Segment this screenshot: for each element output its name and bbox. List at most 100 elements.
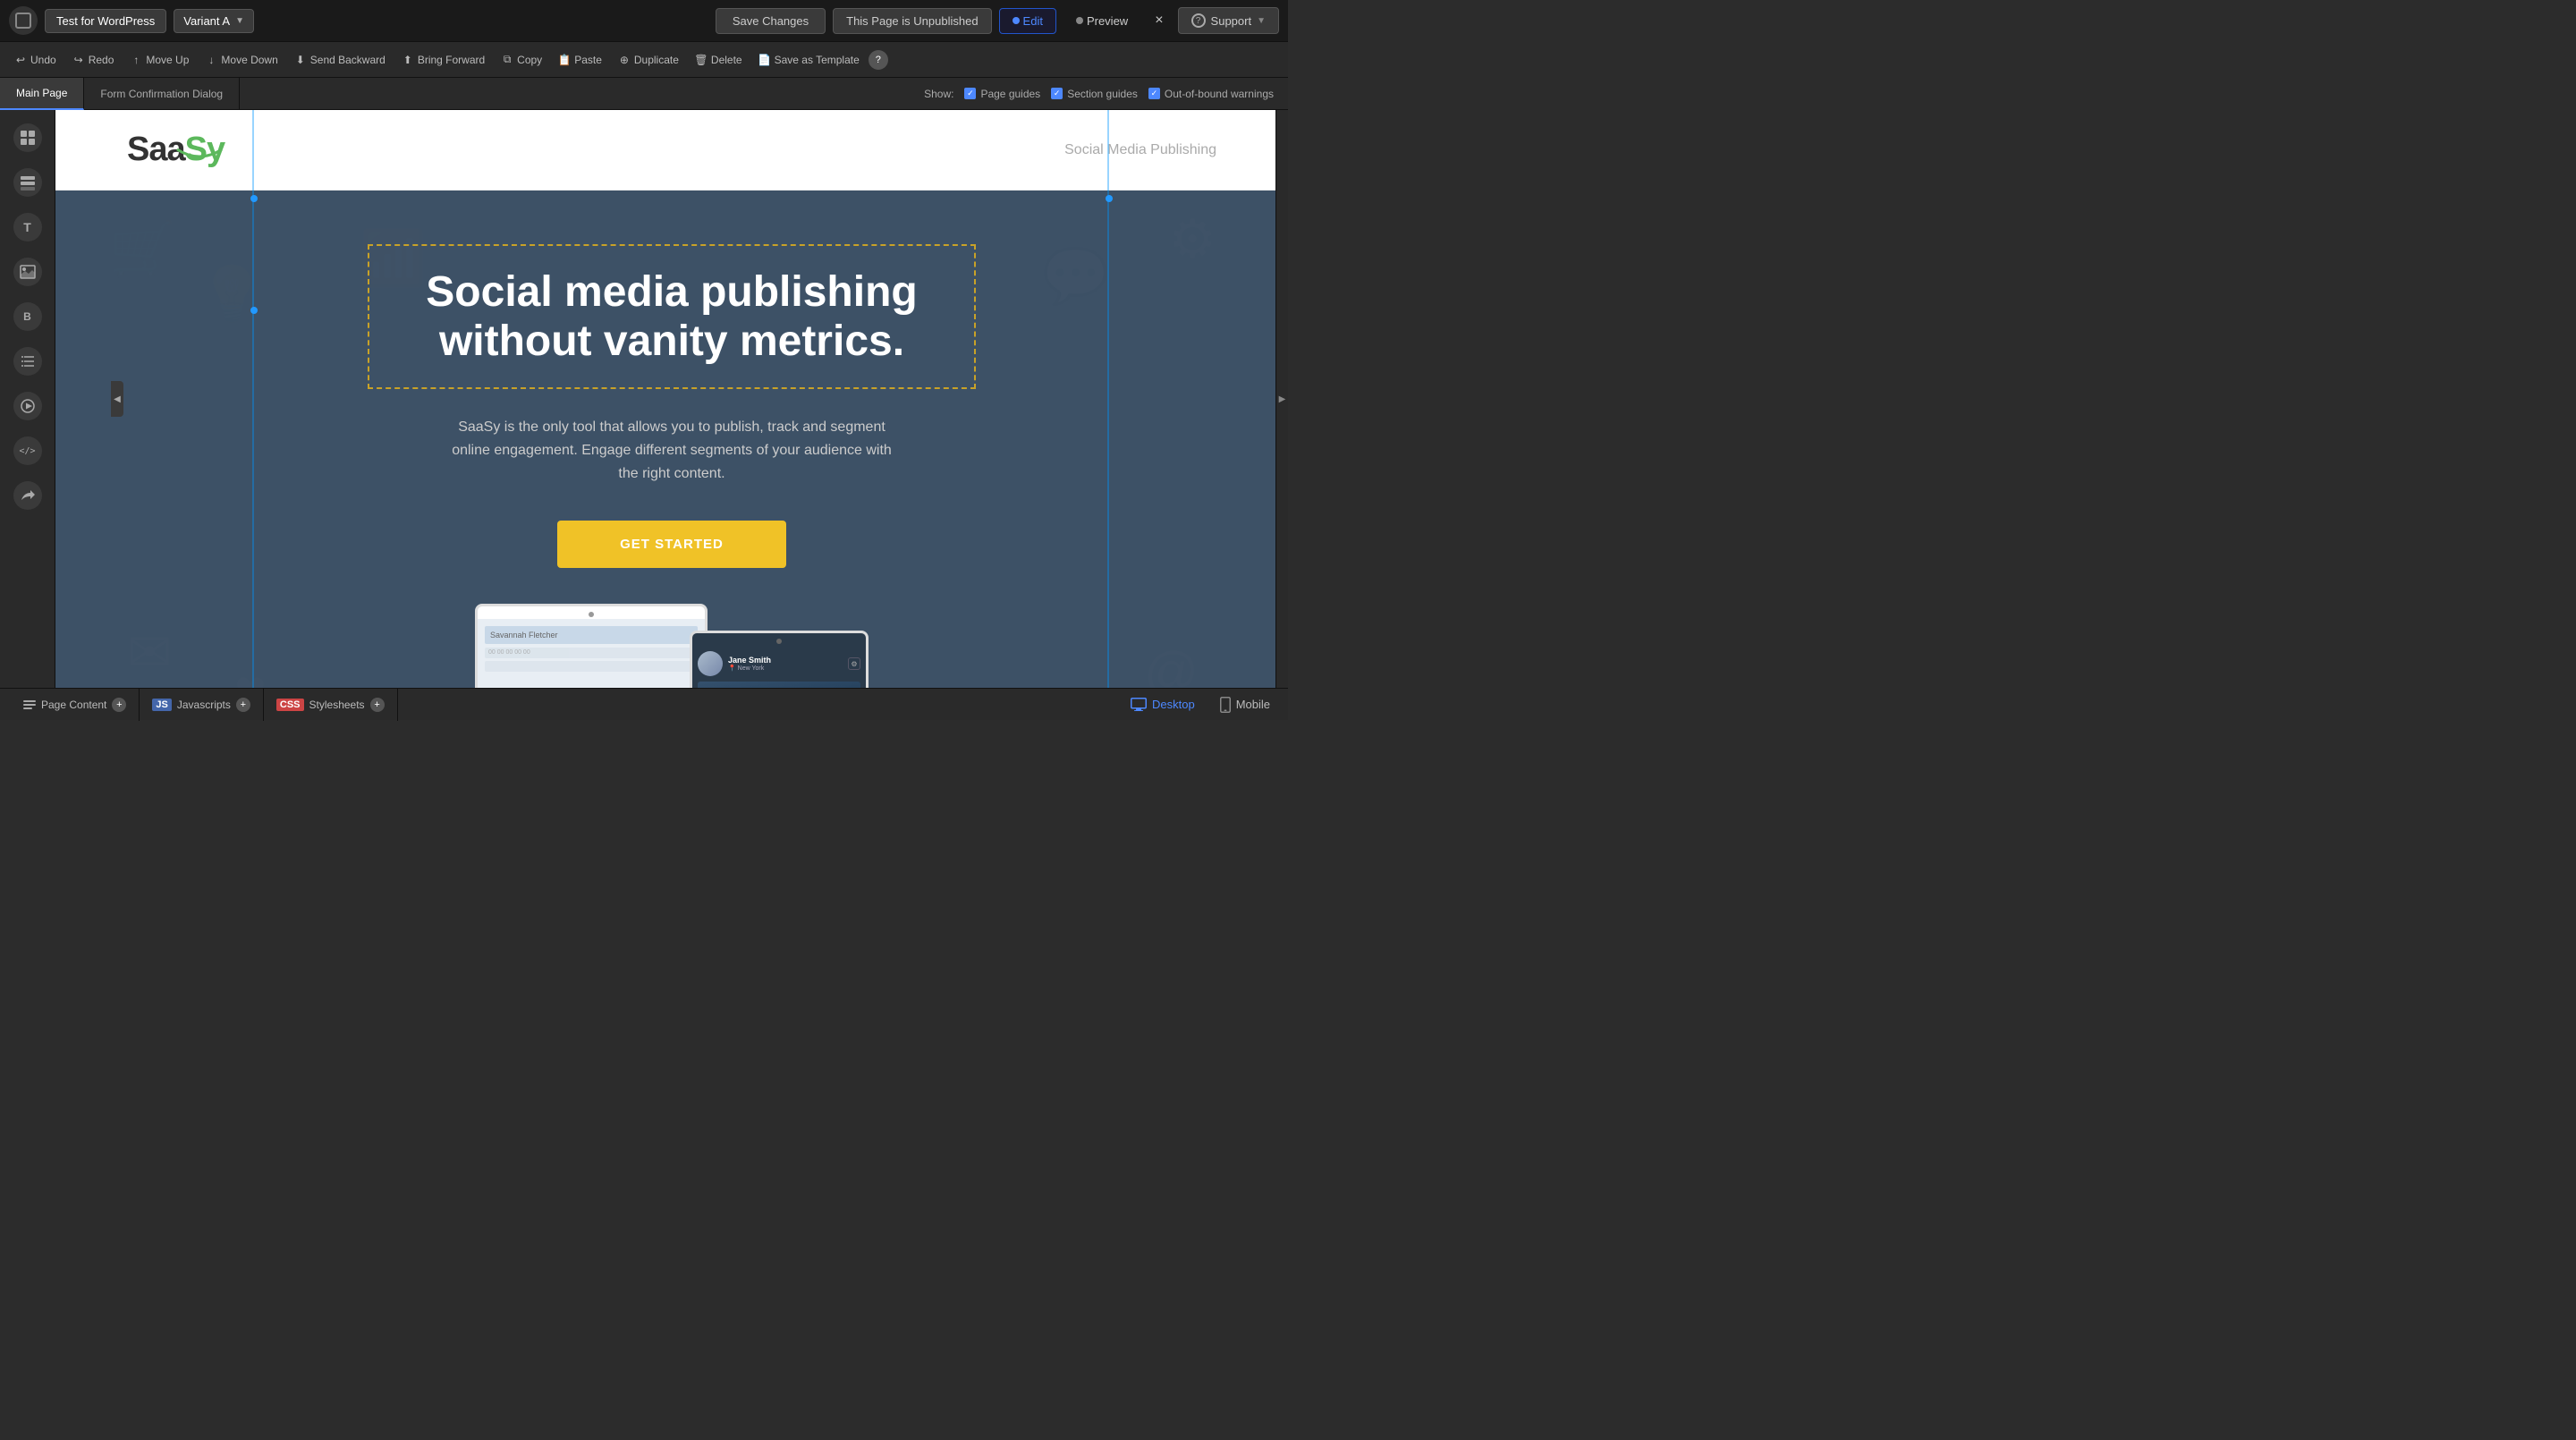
javascripts-tab[interactable]: JS Javascripts + [140,689,264,721]
view-toggle: Desktop Mobile [1123,693,1277,716]
sidebar-item-code[interactable]: </> [7,430,48,471]
save-changes-button[interactable]: Save Changes [716,8,826,34]
variant-selector[interactable]: Variant A ▼ [174,9,254,33]
out-of-bound-control[interactable]: Out-of-bound warnings [1148,88,1274,100]
sidebar-item-list[interactable] [7,341,48,382]
bring-forward-icon: ⬆ [402,54,414,66]
redo-icon: ↪ [72,54,85,66]
guide-dot-top-right [1106,195,1113,202]
sidebar-item-video[interactable] [7,385,48,427]
preview-button[interactable]: Preview [1063,9,1140,33]
guide-dot-bottom-left [250,307,258,314]
hero-headline: Social media publishing without vanity m… [405,267,938,366]
tabs-bar: Main Page Form Confirmation Dialog Show:… [0,78,1288,110]
logo: SaaSy [127,131,226,169]
right-panel-collapse[interactable]: ▶ [1275,110,1288,688]
section-guides-control[interactable]: Section guides [1051,88,1138,100]
phone-camera-icon [776,639,782,644]
tablet-camera-icon [589,612,594,617]
page-content-icon [23,700,36,709]
hero-subtext: SaaSy is the only tool that allows you t… [448,416,895,485]
header-tagline: Social Media Publishing [1064,142,1216,158]
undo-button[interactable]: ↩ Undo [7,50,64,70]
save-template-icon: 📄 [758,54,771,66]
mobile-icon [1220,697,1231,713]
left-panel-collapse[interactable]: ◀ [111,381,123,417]
save-template-button[interactable]: 📄 Save as Template [751,50,867,70]
bg-heart-icon: ♥ [234,658,267,688]
tablet-mockup: Savannah Fletcher 00 00 00 00 00 [475,604,708,688]
stylesheets-tab[interactable]: CSS Stylesheets + [264,689,398,721]
bg-mail-icon: ✉ [127,622,172,684]
page-content-tab[interactable]: Page Content + [11,689,140,721]
bottom-bar: Page Content + JS Javascripts + CSS Styl… [0,688,1288,720]
help-button[interactable]: ? [869,50,888,70]
variant-arrow-icon: ▼ [235,16,244,26]
tab-confirmation-dialog[interactable]: Form Confirmation Dialog [84,78,240,110]
paste-icon: 📋 [558,54,571,66]
move-down-icon: ↓ [205,54,217,66]
duplicate-button[interactable]: ⊕ Duplicate [611,50,686,70]
support-icon: ? [1191,13,1206,28]
section-guides-checkbox[interactable] [1051,88,1063,99]
js-badge: JS [152,699,171,711]
edit-dot-icon [1013,17,1020,24]
bg-email-icon: ⚙ [1168,208,1216,271]
phone-mockup: Jane Smith 📍 New York ⚙ [690,631,869,688]
support-arrow-icon: ▼ [1257,16,1266,26]
top-bar: Test for WordPress Variant A ▼ Save Chan… [0,0,1288,42]
page-guides-checkbox[interactable] [964,88,976,99]
mobile-view-button[interactable]: Mobile [1213,693,1277,716]
bring-forward-button[interactable]: ⬆ Bring Forward [394,50,492,70]
redo-button[interactable]: ↪ Redo [65,50,122,70]
page-guides-control[interactable]: Page guides [964,88,1040,100]
edit-button[interactable]: Edit [999,8,1056,34]
logo-smile-icon [173,148,226,160]
toolbar: ↩ Undo ↪ Redo ↑ Move Up ↓ Move Down ⬇ Se… [0,42,1288,78]
page-content-add-button[interactable]: + [112,698,126,712]
desktop-icon [1131,698,1147,711]
stylesheets-add-button[interactable]: + [370,698,385,712]
hero-section: 🛒 💡 ⚙ ✉ ♥ 📶 @ 💬 Social media publishing … [55,191,1288,688]
support-button[interactable]: ? Support ▼ [1178,7,1279,34]
main-layout: T B [0,110,1288,688]
copy-button[interactable]: ⧉ Copy [494,50,549,70]
sidebar-item-social[interactable] [7,475,48,516]
sidebar-item-text[interactable]: T [7,207,48,248]
left-collapse-icon: ◀ [114,394,121,404]
move-up-button[interactable]: ↑ Move Up [123,50,196,70]
page-name[interactable]: Test for WordPress [45,9,166,33]
copy-icon: ⧉ [501,54,513,66]
tab-main-page[interactable]: Main Page [0,78,84,110]
page-header: SaaSy Social Media Publishing [55,110,1288,191]
tablet-screen: Savannah Fletcher 00 00 00 00 00 [478,619,705,688]
delete-icon: 🗑 [695,54,708,66]
sidebar-item-image[interactable] [7,251,48,292]
delete-button[interactable]: 🗑 Delete [688,50,750,70]
unpublished-button[interactable]: This Page is Unpublished [833,8,991,34]
guide-dot-top-left [250,195,258,202]
page-content: SaaSy Social Media Publishing 🛒 💡 ⚙ ✉ [55,110,1288,688]
right-collapse-icon: ▶ [1279,394,1286,404]
close-button[interactable]: × [1148,9,1170,32]
canvas-area[interactable]: SaaSy Social Media Publishing 🛒 💡 ⚙ ✉ [55,110,1288,688]
hero-device-mockup: Savannah Fletcher 00 00 00 00 00 [475,604,869,688]
move-up-icon: ↑ [130,54,142,66]
paste-button[interactable]: 📋 Paste [551,50,609,70]
bg-bulb-icon: 💡 [199,262,266,326]
app-logo [9,6,38,35]
sidebar-item-rows[interactable] [7,162,48,203]
bg-cart-icon: 🛒 [109,217,176,281]
send-backward-icon: ⬇ [294,54,307,66]
sidebar-item-button[interactable]: B [7,296,48,337]
out-of-bound-checkbox[interactable] [1148,88,1160,99]
javascripts-add-button[interactable]: + [236,698,250,712]
preview-dot-icon [1076,17,1083,24]
send-backward-button[interactable]: ⬇ Send Backward [287,50,393,70]
undo-icon: ↩ [14,54,27,66]
move-down-button[interactable]: ↓ Move Down [198,50,284,70]
hero-cta-button[interactable]: GET STARTED [557,521,786,568]
desktop-view-button[interactable]: Desktop [1123,694,1202,715]
sidebar-item-modules[interactable] [7,117,48,158]
show-controls: Show: Page guides Section guides Out-of-… [924,88,1288,100]
